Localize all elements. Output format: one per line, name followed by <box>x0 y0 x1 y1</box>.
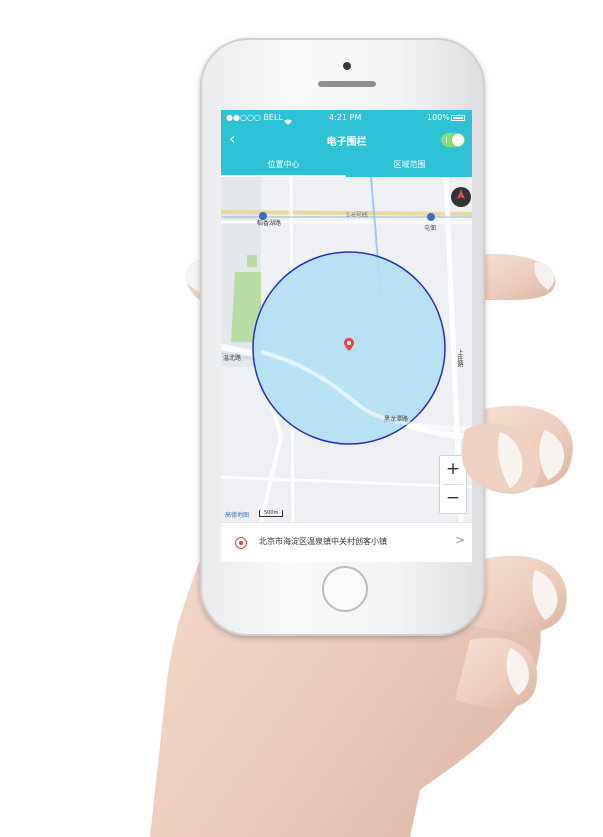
road-label: 上庄路 <box>456 349 463 367</box>
tab-location-center[interactable]: 位置中心 <box>221 154 346 177</box>
wifi-icon <box>284 115 292 125</box>
chevron-right-icon: > <box>455 533 466 547</box>
target-icon <box>235 537 247 549</box>
map-scale: 500m <box>259 510 284 517</box>
app-header: ‹ 电子围栏 <box>221 126 472 154</box>
location-pin-icon <box>344 337 354 351</box>
tab-area-range[interactable]: 区域范围 <box>347 154 472 177</box>
road-label: 1-6号线 <box>346 212 368 219</box>
battery-icon <box>451 115 465 121</box>
battery-percent: 100% <box>427 113 450 122</box>
tab-label: 位置中心 <box>267 160 300 169</box>
address-text: 北京市海淀区温泉镇中关村创客小镇 <box>259 537 387 546</box>
road-label: 屯佃 <box>424 225 437 232</box>
front-camera <box>343 62 351 70</box>
map-attribution: 高德地图 <box>225 512 250 519</box>
carrier-label: ●●○○○ BELL <box>226 113 283 122</box>
finger-overlay <box>461 423 541 494</box>
status-bar: ●●○○○ BELL 4:21 PM 100% <box>221 110 472 126</box>
tab-bar: 位置中心 区域范围 <box>221 154 472 177</box>
tab-label: 区域范围 <box>393 160 426 169</box>
page-title: 电子围栏 <box>326 137 367 148</box>
road-label: 黑龙潭路 <box>384 416 409 423</box>
home-button[interactable] <box>322 566 368 612</box>
status-time: 4:21 PM <box>329 113 362 122</box>
road-label: 稻香湖路 <box>257 220 282 227</box>
earpiece <box>318 81 376 87</box>
fence-toggle[interactable] <box>441 133 465 147</box>
road-label: 温北路 <box>223 355 242 362</box>
